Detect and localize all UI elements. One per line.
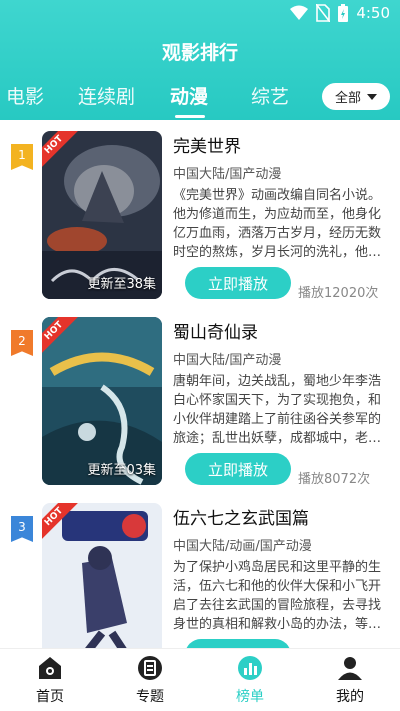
poster-image[interactable]: HOT xyxy=(42,503,162,648)
rank-badge: 3 xyxy=(11,516,33,542)
item-title[interactable]: 蜀山奇仙录 xyxy=(173,318,258,343)
nav-ranking[interactable]: 榜单 xyxy=(210,655,290,706)
item-meta: 中国大陆/国产动漫 xyxy=(173,353,282,368)
no-sim-icon xyxy=(316,4,331,22)
active-tab-indicator xyxy=(175,115,205,118)
item-description: 唐朝年间，边关战乱，蜀地少年李浩白心怀家国天下，为了实现抱负，和小伙伴胡建踏上了… xyxy=(173,374,382,446)
status-bar: 4:50 xyxy=(0,0,400,28)
filter-label: 全部 xyxy=(334,91,361,106)
update-status: 更新至03集 xyxy=(87,463,156,478)
item-meta: 中国大陆/国产动漫 xyxy=(173,167,282,182)
nav-profile[interactable]: 我的 xyxy=(310,655,390,706)
tab-variety[interactable]: 综艺 xyxy=(251,82,289,109)
ranking-list: 1 HOT 更新至38集 完美世界 中国大陆/国产动漫 《完美世界》动画改编自同… xyxy=(0,120,400,648)
tab-series[interactable]: 连续剧 xyxy=(78,82,135,109)
home-icon xyxy=(39,657,61,679)
play-count: 播放8072次 xyxy=(298,472,371,487)
nav-home[interactable]: 首页 xyxy=(10,655,90,706)
nav-ranking-label: 榜单 xyxy=(236,689,264,705)
item-title[interactable]: 完美世界 xyxy=(173,132,241,157)
rank-badge: 1 xyxy=(11,144,33,170)
poster-image[interactable]: HOT 更新至03集 xyxy=(42,317,162,485)
filter-dropdown[interactable]: 全部 xyxy=(322,83,390,110)
list-item[interactable]: 3 HOT 伍六七之玄武国篇 中国大陆/动画/国产动漫 为了保护小鸡岛居民和这里… xyxy=(0,492,400,648)
status-time: 4:50 xyxy=(356,4,390,22)
ranking-icon xyxy=(238,656,262,680)
header: 4:50 观影排行 电影 连续剧 动漫 综艺 全部 xyxy=(0,0,400,120)
poster-image[interactable]: HOT 更新至38集 xyxy=(42,131,162,299)
status-icons: 4:50 xyxy=(290,4,390,22)
nav-topic[interactable]: 专题 xyxy=(110,655,190,706)
poster-artwork xyxy=(42,503,162,648)
page-title: 观影排行 xyxy=(161,42,238,64)
play-button[interactable]: 立即播放 xyxy=(185,639,291,648)
nav-topic-label: 专题 xyxy=(136,689,164,705)
wifi-icon xyxy=(290,5,309,20)
item-description: 为了保护小鸡岛居民和这里平静的生活，伍六七和他的伙伴大保和小飞开启了去往玄武国的… xyxy=(173,560,382,632)
item-meta: 中国大陆/动画/国产动漫 xyxy=(173,539,312,554)
topic-icon xyxy=(138,656,162,680)
battery-icon xyxy=(338,4,349,22)
list-item[interactable]: 2 HOT 更新至03集 蜀山奇仙录 中国大陆/国产动漫 唐朝年间，边关战乱，蜀… xyxy=(0,306,400,487)
rank-badge: 2 xyxy=(11,330,33,356)
item-title[interactable]: 伍六七之玄武国篇 xyxy=(173,504,309,529)
nav-home-label: 首页 xyxy=(36,689,64,705)
play-count: 播放12020次 xyxy=(298,286,379,301)
update-status: 更新至38集 xyxy=(87,277,156,292)
caret-down-icon xyxy=(367,93,377,100)
play-button[interactable]: 立即播放 xyxy=(185,267,291,299)
play-button[interactable]: 立即播放 xyxy=(185,453,291,485)
tab-movie[interactable]: 电影 xyxy=(6,82,44,109)
list-item[interactable]: 1 HOT 更新至38集 完美世界 中国大陆/国产动漫 《完美世界》动画改编自同… xyxy=(0,120,400,301)
item-description: 《完美世界》动画改编自同名小说。他为修道而生，为应劫而至，他身化亿万血雨，洒落万… xyxy=(173,188,382,260)
bottom-nav: 首页 专题 榜单 我的 xyxy=(0,648,400,711)
profile-icon xyxy=(338,657,362,680)
nav-profile-label: 我的 xyxy=(336,689,364,705)
tab-anime[interactable]: 动漫 xyxy=(170,82,208,109)
